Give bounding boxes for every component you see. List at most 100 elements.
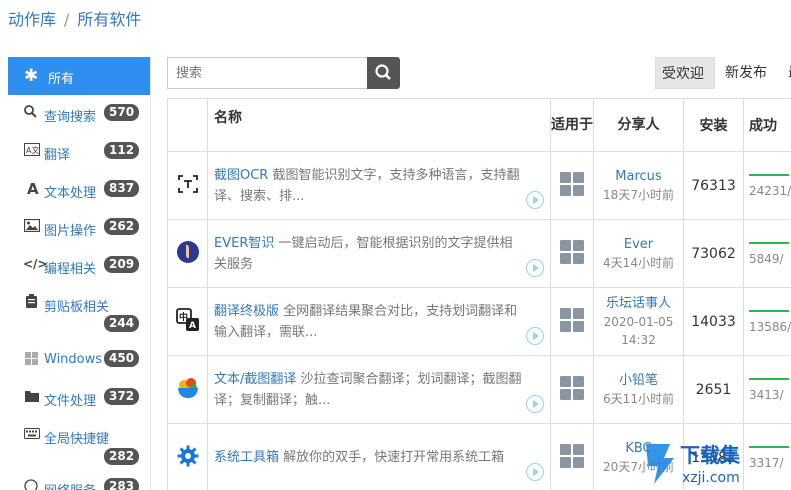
windows-icon xyxy=(25,352,38,369)
count-badge: 112 xyxy=(104,142,140,159)
software-name[interactable]: 截图OCR xyxy=(214,168,268,183)
software-name[interactable]: 文本/截图翻译 xyxy=(214,372,296,387)
sidebar-item-code[interactable]: </> 编程相关 209 xyxy=(8,247,150,285)
watermark-text: 下载集 xyxy=(680,443,741,467)
share-time: 4天14小时前 xyxy=(603,255,674,270)
sidebar-item-label: Windows xyxy=(44,352,103,367)
success-count: 24231/ xyxy=(749,183,791,198)
install-count: 76313 xyxy=(683,151,744,220)
sidebar-item-label: 所有 xyxy=(48,72,75,87)
breadcrumb-current: 所有软件 xyxy=(77,10,142,29)
install-count: 2651 xyxy=(683,355,744,424)
network-icon xyxy=(24,479,38,490)
table-header-row: 名称 适用于 分享人 安装 成功 xyxy=(167,98,791,152)
svg-text:A: A xyxy=(189,321,196,331)
icon-header xyxy=(167,98,208,152)
count-badge: 262 xyxy=(104,218,140,235)
play-icon[interactable] xyxy=(526,259,544,277)
clipboard-icon xyxy=(26,294,37,312)
play-icon[interactable] xyxy=(526,463,544,481)
success-count: 13586/ xyxy=(749,319,791,334)
sidebar-item-label: 查询搜索 xyxy=(44,110,97,125)
share-time: 6天11小时前 xyxy=(603,391,674,406)
gear-icon xyxy=(176,444,200,468)
sidebar-item-label: 网络服务 xyxy=(44,480,96,490)
sidebar-item-label: 翻译 xyxy=(44,148,71,163)
success-bar xyxy=(749,309,789,312)
sidebar-item-label: 全局快捷键 xyxy=(44,432,110,447)
sidebar-item-translate[interactable]: A文 翻译 112 xyxy=(8,133,150,171)
sidebar-item-label: 编程相关 xyxy=(44,262,97,277)
sidebar-item-search[interactable]: 查询搜索 570 xyxy=(8,95,150,133)
translate-icon: A文 xyxy=(24,143,40,160)
image-icon xyxy=(23,218,41,236)
success-bar xyxy=(749,377,789,380)
sharer-name[interactable]: 小铅笔 xyxy=(594,372,683,390)
sidebar-item-hotkey[interactable]: 全局快捷键 282 xyxy=(8,417,150,473)
translate-app-icon: 中A xyxy=(175,307,200,332)
windows-platform-icon xyxy=(560,239,584,264)
share-time: 18天7小时前 xyxy=(603,187,674,202)
breadcrumb-separator: / xyxy=(64,10,70,29)
sort-newest[interactable]: 新发布 xyxy=(725,57,767,89)
software-desc: 解放你的双手，快速打开常用系统工箱 xyxy=(283,450,505,465)
sidebar-item-label: 文件处理 xyxy=(44,394,97,409)
sidebar-item-label: 剪贴板相关 xyxy=(44,300,110,315)
sidebar-item-label: 文本处理 xyxy=(44,186,97,201)
sharer-header[interactable]: 分享人 xyxy=(593,98,684,152)
sidebar-item-file[interactable]: 文件处理 372 xyxy=(8,379,150,417)
salad-icon xyxy=(176,376,200,400)
windows-platform-icon xyxy=(560,375,584,400)
count-badge: 244 xyxy=(104,315,140,332)
folder-icon xyxy=(25,390,39,406)
breadcrumb-home[interactable]: 动作库 xyxy=(8,10,56,29)
sharer-name[interactable]: Marcus xyxy=(594,168,683,186)
table-row[interactable]: EVER智识 一键启动后，智能根据识别的文字提供相关服务 Ever 4天14小时前… xyxy=(167,219,791,288)
sidebar-item-clipboard[interactable]: 剪贴板相关 244 xyxy=(8,285,150,341)
sidebar-item-network[interactable]: 网络服务 283 xyxy=(8,473,150,490)
play-icon[interactable] xyxy=(526,395,544,413)
count-badge: 450 xyxy=(104,350,140,367)
count-badge: 282 xyxy=(104,448,140,465)
count-badge: 283 xyxy=(104,478,140,490)
table-row[interactable]: 文本/截图翻译 沙拉查词聚合翻译；划词翻译；截图翻译；复制翻译；触... 小铅笔… xyxy=(167,355,791,424)
count-badge: 570 xyxy=(104,104,140,121)
success-header[interactable]: 成功 xyxy=(743,98,791,152)
sharer-name[interactable]: Ever xyxy=(594,236,683,254)
text-icon: A xyxy=(27,180,39,198)
success-count: 5849/ xyxy=(749,251,784,266)
platform-header: 适用于 xyxy=(550,98,594,152)
watermark-sub: xzji.com xyxy=(682,470,740,486)
name-header[interactable]: 名称 xyxy=(207,98,551,152)
table-row[interactable]: 中A 翻译终极版 全网翻译结果聚合对比，支持划词翻译和输入翻译，需联... 乐坛… xyxy=(167,287,791,356)
sharer-name[interactable]: 乐坛话事人 xyxy=(594,295,683,313)
software-name[interactable]: 翻译终极版 xyxy=(214,304,279,319)
windows-platform-icon xyxy=(560,443,584,468)
search-icon xyxy=(24,105,37,122)
share-time: 2020-01-05 14:32 xyxy=(603,314,674,347)
sort-popular[interactable]: 受欢迎 xyxy=(655,57,715,89)
watermark-logo: 下载集 xzji.com xyxy=(640,438,790,490)
search-input[interactable] xyxy=(167,57,367,89)
install-count: 14033 xyxy=(683,287,744,356)
asterisk-icon: ✱ xyxy=(24,66,39,86)
play-icon[interactable] xyxy=(526,327,544,345)
sidebar-item-label: 图片操作 xyxy=(44,224,97,239)
software-name[interactable]: 系统工具箱 xyxy=(214,450,279,465)
sidebar-item-image[interactable]: 图片操作 262 xyxy=(8,209,150,247)
success-count: 3413/ xyxy=(749,387,784,402)
search-bar xyxy=(167,57,400,89)
play-icon[interactable] xyxy=(526,191,544,209)
ever-icon xyxy=(176,240,200,264)
table-row[interactable]: 截图OCR 截图智能识别文字，支持多种语言，支持翻译、搜索、排... Marcu… xyxy=(167,151,791,220)
success-bar xyxy=(749,173,789,176)
sidebar-item-all[interactable]: ✱ 所有 xyxy=(8,57,150,95)
software-name[interactable]: EVER智识 xyxy=(214,236,274,251)
breadcrumb: 动作库 / 所有软件 xyxy=(8,6,141,30)
install-header[interactable]: 安装 xyxy=(683,98,744,152)
sidebar-item-text[interactable]: A 文本处理 837 xyxy=(8,171,150,209)
windows-platform-icon xyxy=(560,307,584,332)
sidebar-item-windows[interactable]: Windows 450 xyxy=(8,341,150,379)
search-button[interactable] xyxy=(367,57,400,89)
windows-platform-icon xyxy=(560,171,584,196)
